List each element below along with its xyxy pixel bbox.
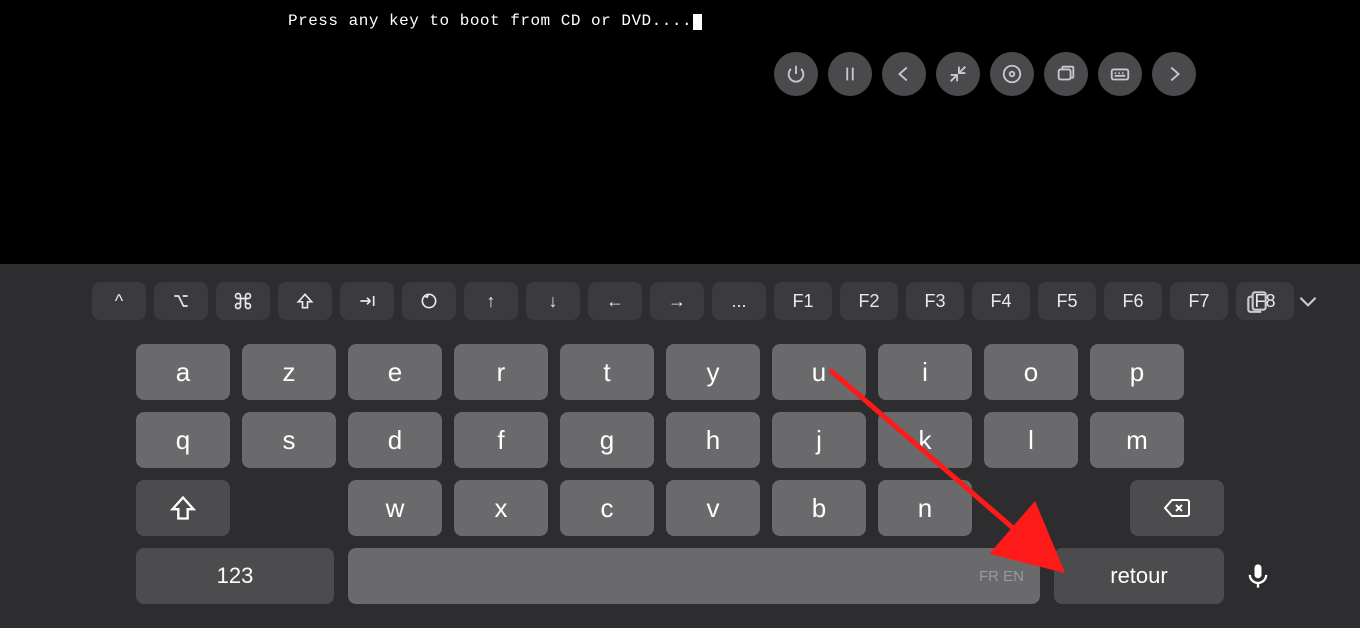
key-t[interactable]: t <box>560 344 654 400</box>
letter-row-1: a z e r t y u i o p <box>136 344 1184 400</box>
numbers-key[interactable]: 123 <box>136 548 334 604</box>
clipboard-icon[interactable] <box>1238 282 1276 320</box>
power-button[interactable] <box>774 52 818 96</box>
key-e[interactable]: e <box>348 344 442 400</box>
arrow-up-key[interactable]: ↑ <box>464 282 518 320</box>
f2-key[interactable]: F2 <box>840 282 898 320</box>
key-s[interactable]: s <box>242 412 336 468</box>
shift-key[interactable] <box>136 480 230 536</box>
arrow-left-key[interactable]: ← <box>588 282 642 320</box>
key-r[interactable]: r <box>454 344 548 400</box>
key-z[interactable]: z <box>242 344 336 400</box>
shift-mod-key[interactable] <box>278 282 332 320</box>
text-cursor <box>693 14 702 30</box>
key-d[interactable]: d <box>348 412 442 468</box>
shrink-button[interactable] <box>936 52 980 96</box>
key-g[interactable]: g <box>560 412 654 468</box>
key-o[interactable]: o <box>984 344 1078 400</box>
pause-button[interactable] <box>828 52 872 96</box>
space-key[interactable]: FR EN <box>348 548 1040 604</box>
key-i[interactable]: i <box>878 344 972 400</box>
key-c[interactable]: c <box>560 480 654 536</box>
disc-button[interactable] <box>990 52 1034 96</box>
key-f[interactable]: f <box>454 412 548 468</box>
key-x[interactable]: x <box>454 480 548 536</box>
f5-key[interactable]: F5 <box>1038 282 1096 320</box>
return-key[interactable]: retour <box>1054 548 1224 604</box>
arrow-right-key[interactable]: → <box>650 282 704 320</box>
key-k[interactable]: k <box>878 412 972 468</box>
vm-toolbar <box>774 52 1196 96</box>
collapse-keyboard-icon[interactable] <box>1286 282 1330 320</box>
back-button[interactable] <box>882 52 926 96</box>
key-h[interactable]: h <box>666 412 760 468</box>
key-u[interactable]: u <box>772 344 866 400</box>
key-m[interactable]: m <box>1090 412 1184 468</box>
more-key[interactable]: ... <box>712 282 766 320</box>
windows-button[interactable] <box>1044 52 1088 96</box>
boot-prompt: Press any key to boot from CD or DVD.... <box>288 12 702 30</box>
delete-key[interactable] <box>1130 480 1224 536</box>
console-area[interactable]: Press any key to boot from CD or DVD.... <box>0 0 1360 264</box>
command-key[interactable] <box>216 282 270 320</box>
key-b[interactable]: b <box>772 480 866 536</box>
letter-row-2: q s d f g h j k l m <box>136 412 1184 468</box>
arrow-down-key[interactable]: ↓ <box>526 282 580 320</box>
key-j[interactable]: j <box>772 412 866 468</box>
letter-row-3: w x c v b n <box>348 480 972 536</box>
key-a[interactable]: a <box>136 344 230 400</box>
f1-key[interactable]: F1 <box>774 282 832 320</box>
key-y[interactable]: y <box>666 344 760 400</box>
f4-key[interactable]: F4 <box>972 282 1030 320</box>
forward-button[interactable] <box>1152 52 1196 96</box>
boot-prompt-text: Press any key to boot from CD or DVD.... <box>288 12 692 30</box>
option-key[interactable] <box>154 282 208 320</box>
key-v[interactable]: v <box>666 480 760 536</box>
key-p[interactable]: p <box>1090 344 1184 400</box>
key-q[interactable]: q <box>136 412 230 468</box>
key-n[interactable]: n <box>878 480 972 536</box>
key-w[interactable]: w <box>348 480 442 536</box>
ctrl-key[interactable]: ^ <box>92 282 146 320</box>
escape-key[interactable] <box>402 282 456 320</box>
f3-key[interactable]: F3 <box>906 282 964 320</box>
keyboard-button[interactable] <box>1098 52 1142 96</box>
function-row: ^ ↑ ↓ ← → ... F1 F2 F3 F4 F5 F6 F7 F8 <box>92 282 1294 320</box>
tab-key[interactable] <box>340 282 394 320</box>
f7-key[interactable]: F7 <box>1170 282 1228 320</box>
key-l[interactable]: l <box>984 412 1078 468</box>
language-hint: FR EN <box>979 568 1024 585</box>
f6-key[interactable]: F6 <box>1104 282 1162 320</box>
dictation-icon[interactable] <box>1236 548 1280 604</box>
onscreen-keyboard: ^ ↑ ↓ ← → ... F1 F2 F3 F4 F5 F6 F7 F8 a … <box>0 264 1360 628</box>
